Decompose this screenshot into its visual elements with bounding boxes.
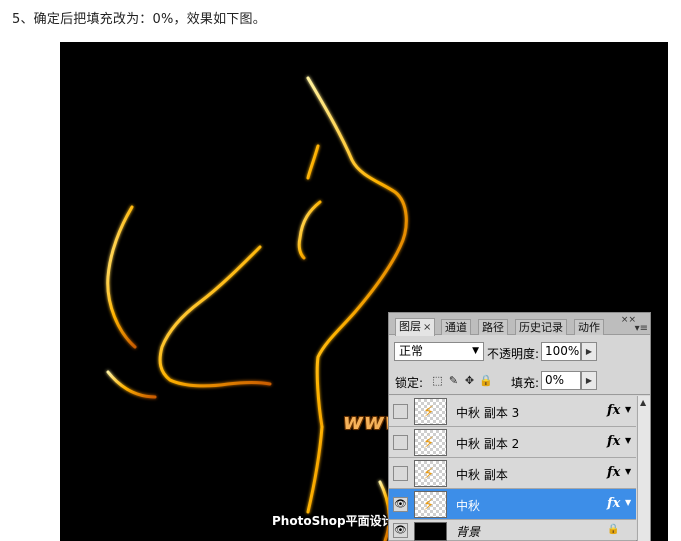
layer-name: 中秋 副本 [456,468,508,482]
fx-icon[interactable]: fx [607,465,620,480]
blend-mode-select[interactable]: 正常 ▼ [394,342,484,361]
scroll-up-icon[interactable]: ▲ [640,398,646,407]
opacity-slider-button[interactable]: ▶ [581,342,597,361]
thumbnail-glyph: ⚡ [423,495,435,514]
fill-label: 填充: [511,376,540,390]
layer-row[interactable]: ⚡ 中秋 副本 2 fx ▼ [389,427,636,458]
visibility-toggle[interactable] [393,466,408,481]
layer-thumbnail: ⚡ [414,398,447,425]
lock-label: 锁定: [395,376,424,390]
tab-layers-label: 图层 [399,320,421,333]
expand-arrow-icon[interactable]: ▼ [625,498,631,507]
fx-icon[interactable]: fx [607,434,620,449]
panel-tab-bar: 图层 × 通道 路径 历史记录 动作 ×× ▾≡ [389,313,650,336]
visibility-toggle[interactable] [393,404,408,419]
lock-all-icon[interactable]: 🔒 [479,374,493,387]
tab-history[interactable]: 历史记录 [515,319,567,335]
glow-stroke-left-low [106,370,157,399]
step-caption: 5、确定后把填充改为：0%，效果如下图。 [12,12,266,27]
glow-stroke-face [306,144,320,180]
layer-row-selected[interactable]: 👁 ⚡ 中秋 fx ▼ [389,489,636,520]
glow-stroke-arm [158,245,272,388]
glow-stroke-chin [297,200,322,260]
layers-panel: 图层 × 通道 路径 历史记录 动作 ×× ▾≡ 正常 ▼ 不透明度: 100% … [388,312,651,541]
expand-arrow-icon[interactable]: ▼ [625,405,631,414]
expand-arrow-icon[interactable]: ▼ [625,467,631,476]
layer-thumbnail: ⚡ [414,491,447,518]
opacity-input[interactable]: 100% [541,342,581,361]
glow-stroke-body [306,425,324,514]
expand-arrow-icon[interactable]: ▼ [625,436,631,445]
tab-actions[interactable]: 动作 [574,319,604,335]
lock-move-icon[interactable]: ✥ [463,374,476,387]
tab-paths[interactable]: 路径 [478,319,508,335]
layer-row[interactable]: ⚡ 中秋 副本 3 fx ▼ [389,396,636,427]
tab-channels[interactable]: 通道 [441,319,471,335]
layers-list: ⚡ 中秋 副本 3 fx ▼ ⚡ 中秋 副本 2 fx ▼ ⚡ 中秋 副本 fx… [389,396,636,541]
panel-menu-icon[interactable]: ▾≡ [635,323,648,334]
fx-icon[interactable]: fx [607,403,620,418]
lock-brush-icon[interactable]: ✎ [447,374,460,387]
glow-stroke-left [106,205,137,349]
tab-close-icon[interactable]: × [423,322,431,333]
layer-thumbnail [414,522,447,541]
visibility-toggle[interactable] [393,435,408,450]
opacity-label: 不透明度: [487,347,540,361]
thumbnail-glyph: ⚡ [423,433,435,452]
layer-thumbnail: ⚡ [414,429,447,456]
layer-name: 中秋 副本 2 [456,437,520,451]
fill-input[interactable]: 0% [541,371,581,390]
layer-name: 中秋 [456,499,481,513]
thumbnail-glyph: ⚡ [423,402,435,421]
fill-slider-button[interactable]: ▶ [581,371,597,390]
layer-thumbnail: ⚡ [414,460,447,487]
eye-icon[interactable]: 👁 [393,523,408,538]
layer-row[interactable]: ⚡ 中秋 副本 fx ▼ [389,458,636,489]
layers-scrollbar[interactable]: ▲ [637,396,650,541]
layer-row-background[interactable]: 👁 背景 🔒 [389,520,636,541]
thumbnail-glyph: ⚡ [423,464,435,483]
lock-fill-row: 锁定: ⬚ ✎ ✥ 🔒 填充: 0% ▶ [389,367,650,395]
blend-mode-value: 正常 [399,344,424,358]
tab-layers[interactable]: 图层 × [395,318,436,336]
fx-icon[interactable]: fx [607,496,620,511]
layer-name: 背景 [456,525,481,539]
layer-name: 中秋 副本 3 [456,406,520,420]
blend-opacity-row: 正常 ▼ 不透明度: 100% ▶ [389,337,650,365]
chevron-down-icon: ▼ [472,346,479,356]
lock-transparent-icon[interactable]: ⬚ [431,374,444,387]
eye-icon[interactable]: 👁 [393,497,408,512]
lock-icon: 🔒 [607,524,620,535]
